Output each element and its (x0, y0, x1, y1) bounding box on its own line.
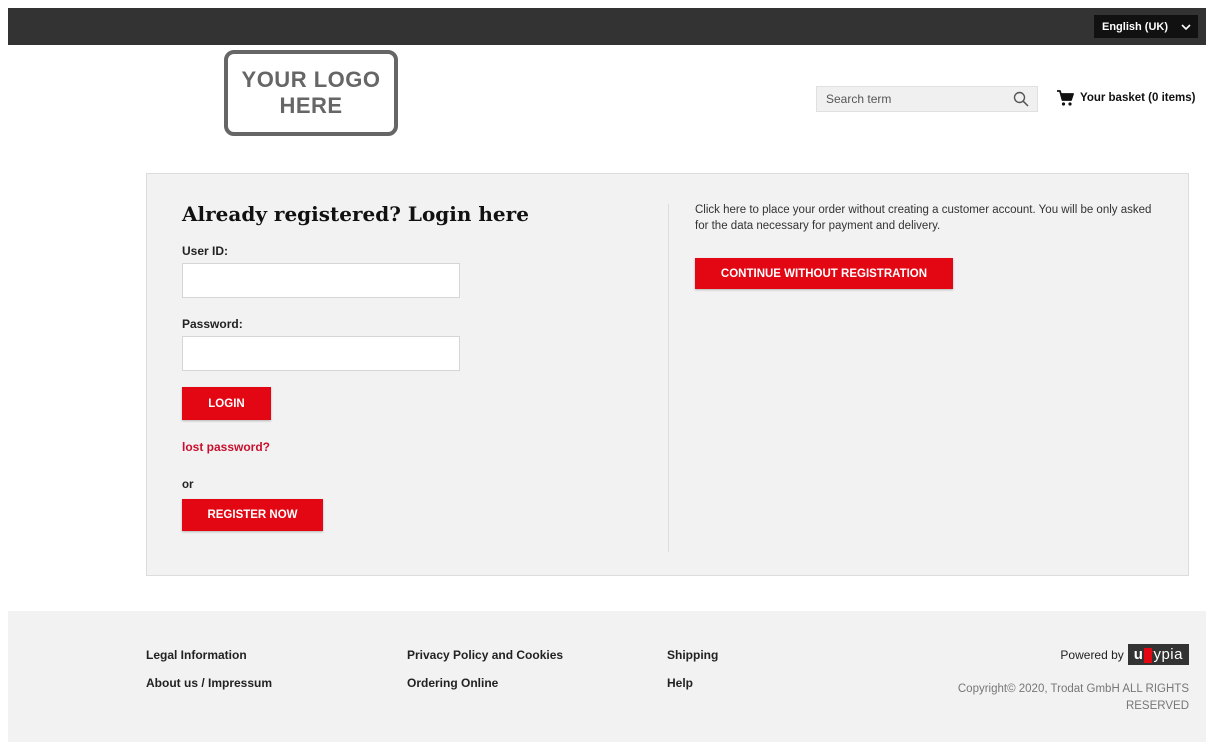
footer-link-help[interactable]: Help (667, 676, 693, 690)
footer-link-about-us[interactable]: About us / Impressum (146, 676, 272, 690)
language-label: English (UK) (1102, 20, 1168, 33)
logo-line-1: YOUR LOGO (241, 67, 381, 92)
logo-line-2: HERE (279, 93, 343, 118)
footer-link-shipping[interactable]: Shipping (667, 648, 718, 662)
continue-without-registration-button[interactable]: CONTINUE WITHOUT REGISTRATION (695, 258, 953, 289)
basket-label: Your basket (0 items) (1080, 92, 1196, 104)
lost-password-link[interactable]: lost password? (182, 440, 270, 454)
login-button[interactable]: LOGIN (182, 387, 271, 420)
copyright-text: Copyright© 2020, Trodat GmbH ALL RIGHTS … (957, 683, 1189, 712)
powered-by: Powered by u Typia (1060, 644, 1189, 665)
utypia-logo[interactable]: u Typia (1127, 644, 1189, 665)
powered-by-label: Powered by (1060, 647, 1124, 662)
userid-label: User ID: (182, 244, 229, 258)
top-bar: English (UK) (8, 8, 1206, 45)
or-text: or (182, 479, 194, 491)
password-input[interactable] (182, 336, 460, 371)
login-title: Already registered? Login here (182, 202, 529, 226)
language-select[interactable]: English (UK) (1094, 15, 1198, 38)
login-panel: Already registered? Login here User ID: … (146, 173, 1189, 576)
panel-divider (668, 204, 669, 552)
cart-icon (1057, 90, 1074, 106)
password-label: Password: (182, 317, 243, 331)
footer-link-ordering-online[interactable]: Ordering Online (407, 676, 498, 690)
search-input[interactable] (817, 87, 1013, 111)
register-button[interactable]: REGISTER NOW (182, 499, 323, 531)
search-box (816, 86, 1038, 112)
footer-link-privacy-policy[interactable]: Privacy Policy and Cookies (407, 648, 563, 662)
guest-checkout-text: Click here to place your order without c… (695, 204, 1152, 232)
logo[interactable]: YOUR LOGO HERE (224, 50, 398, 136)
footer: Legal Information About us / Impressum P… (8, 611, 1206, 742)
footer-link-legal-information[interactable]: Legal Information (146, 648, 247, 662)
chevron-down-icon (1181, 23, 1191, 30)
userid-input[interactable] (182, 263, 460, 298)
basket-link[interactable]: Your basket (0 items) (1056, 88, 1195, 108)
search-icon[interactable] (1013, 91, 1029, 107)
